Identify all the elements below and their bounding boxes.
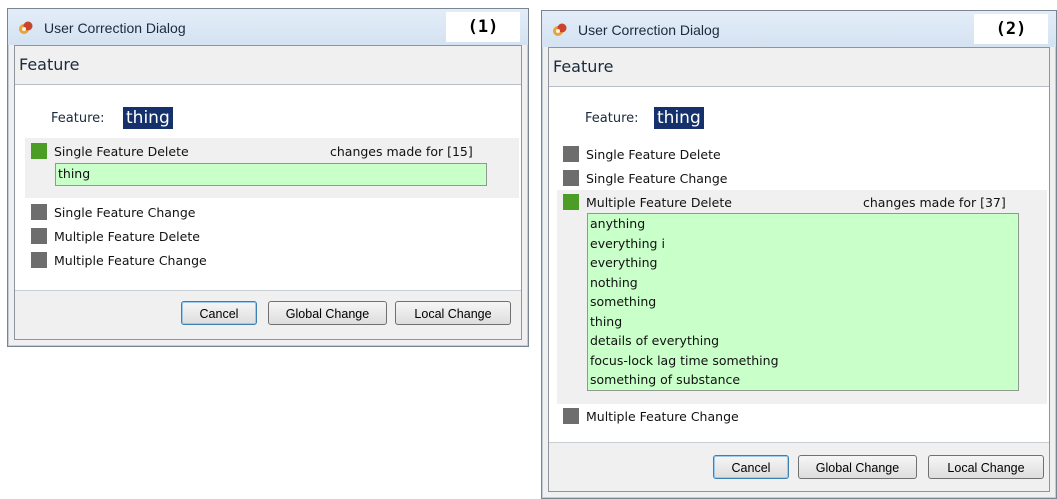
option-indicator[interactable] — [563, 408, 579, 424]
feature-value: thing — [123, 107, 173, 129]
app-icon — [19, 21, 33, 34]
list-item[interactable]: something of substance — [588, 370, 1018, 390]
button-bar: Cancel Global Change Local Change — [15, 290, 521, 339]
list-item[interactable]: nothing — [588, 273, 1018, 293]
window-title: User Correction Dialog — [578, 22, 720, 38]
feature-label: Feature: — [585, 111, 639, 126]
option-single-feature-delete[interactable]: Single Feature Delete — [586, 147, 721, 162]
figure-number-label: (2) — [974, 14, 1048, 44]
changes-list[interactable]: thing — [55, 163, 487, 186]
list-item[interactable]: everything — [588, 253, 1018, 273]
feature-value: thing — [654, 107, 704, 129]
panel-title: Feature — [549, 48, 1049, 87]
cancel-button[interactable]: Cancel — [713, 455, 789, 479]
local-change-button[interactable]: Local Change — [395, 301, 511, 325]
user-correction-dialog-1: User Correction Dialog (1) Feature Featu… — [7, 8, 529, 347]
changes-count: changes made for [15] — [330, 144, 473, 159]
option-single-feature-delete[interactable]: Single Feature Delete — [54, 144, 189, 159]
list-item[interactable]: everything i — [588, 234, 1018, 254]
list-item[interactable]: something — [588, 292, 1018, 312]
panel-title: Feature — [15, 46, 521, 85]
option-indicator-selected[interactable] — [563, 194, 579, 210]
global-change-button[interactable]: Global Change — [798, 455, 917, 479]
list-item[interactable]: thing — [588, 312, 1018, 332]
list-item[interactable]: thing — [56, 164, 486, 184]
list-item[interactable]: anything — [588, 214, 1018, 234]
local-change-button[interactable]: Local Change — [928, 455, 1044, 479]
window-title: User Correction Dialog — [44, 20, 186, 36]
option-indicator[interactable] — [563, 170, 579, 186]
global-change-button[interactable]: Global Change — [268, 301, 387, 325]
option-indicator[interactable] — [31, 228, 47, 244]
list-item[interactable]: focus-lock lag time something — [588, 351, 1018, 371]
cancel-button[interactable]: Cancel — [181, 301, 257, 325]
button-bar: Cancel Global Change Local Change — [549, 442, 1049, 491]
dialog-client-area: Feature Feature: thing Single Feature De… — [548, 47, 1050, 492]
feature-label: Feature: — [51, 111, 105, 126]
option-single-feature-change[interactable]: Single Feature Change — [586, 171, 727, 186]
option-indicator-selected[interactable] — [31, 143, 47, 159]
user-correction-dialog-2: User Correction Dialog (2) Feature Featu… — [541, 10, 1057, 499]
figure-number-label: (1) — [446, 12, 520, 42]
option-single-feature-change[interactable]: Single Feature Change — [54, 205, 195, 220]
list-item[interactable]: details of everything — [588, 331, 1018, 351]
changes-count: changes made for [37] — [863, 195, 1006, 210]
option-multiple-feature-change[interactable]: Multiple Feature Change — [586, 409, 739, 424]
changes-list[interactable]: anything everything i everything nothing… — [587, 213, 1019, 391]
option-multiple-feature-delete[interactable]: Multiple Feature Delete — [54, 229, 200, 244]
option-multiple-feature-change[interactable]: Multiple Feature Change — [54, 253, 207, 268]
option-indicator[interactable] — [563, 146, 579, 162]
dialog-client-area: Feature Feature: thing Single Feature De… — [14, 45, 522, 340]
option-indicator[interactable] — [31, 204, 47, 220]
option-indicator[interactable] — [31, 252, 47, 268]
option-multiple-feature-delete[interactable]: Multiple Feature Delete — [586, 195, 732, 210]
app-icon — [553, 23, 567, 36]
